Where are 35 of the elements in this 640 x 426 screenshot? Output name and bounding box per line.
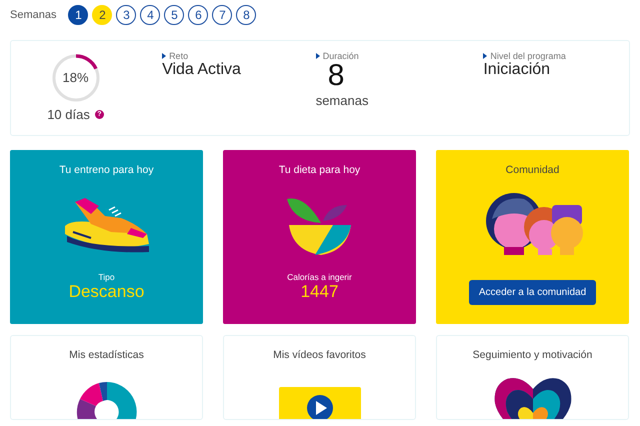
tile-value: 1447 bbox=[300, 282, 338, 302]
fact-unit: semanas bbox=[316, 93, 368, 108]
triangle-icon bbox=[483, 53, 488, 59]
fact-value: Iniciación bbox=[483, 61, 552, 79]
week-button[interactable]: 2 bbox=[92, 5, 112, 25]
card-title: Mis vídeos favoritos bbox=[273, 349, 366, 361]
triangle-icon bbox=[316, 53, 320, 59]
weeks-label: Semanas bbox=[10, 9, 56, 21]
progress-percent: 18% bbox=[62, 71, 89, 85]
fact-label: Duración bbox=[322, 51, 359, 61]
motivation-card[interactable]: Seguimiento y motivación bbox=[436, 335, 629, 420]
days-count: 10 días bbox=[47, 107, 90, 122]
week-button[interactable]: 8 bbox=[236, 5, 256, 25]
community-button[interactable]: Acceder a la comunidad bbox=[468, 280, 596, 305]
triangle-icon bbox=[162, 53, 166, 59]
tile-title: Tu dieta para hoy bbox=[278, 164, 360, 176]
week-button[interactable]: 7 bbox=[212, 5, 232, 25]
week-button[interactable]: 4 bbox=[140, 5, 160, 25]
fact-value: Vida Activa bbox=[162, 61, 242, 79]
fact-label: Reto bbox=[169, 51, 188, 61]
tile-caption: Calorías a ingerir bbox=[287, 272, 352, 282]
fact-label: Nivel del programa bbox=[490, 51, 566, 61]
tile-value: Descanso bbox=[68, 282, 144, 302]
tile-caption: Tipo bbox=[98, 272, 115, 282]
fact-value: 8 bbox=[328, 61, 344, 91]
week-button[interactable]: 1 bbox=[68, 5, 88, 25]
card-title: Mis estadísticas bbox=[69, 349, 144, 361]
videos-card[interactable]: Mis vídeos favoritos bbox=[223, 335, 416, 420]
stats-card[interactable]: Mis estadísticas bbox=[10, 335, 203, 420]
week-button[interactable]: 3 bbox=[116, 5, 136, 25]
week-button[interactable]: 6 bbox=[188, 5, 208, 25]
card-title: Seguimiento y motivación bbox=[472, 349, 592, 361]
week-button[interactable]: 5 bbox=[164, 5, 184, 25]
tile-title: Tu entreno para hoy bbox=[59, 164, 154, 176]
tile-title: Comunidad bbox=[506, 164, 560, 176]
